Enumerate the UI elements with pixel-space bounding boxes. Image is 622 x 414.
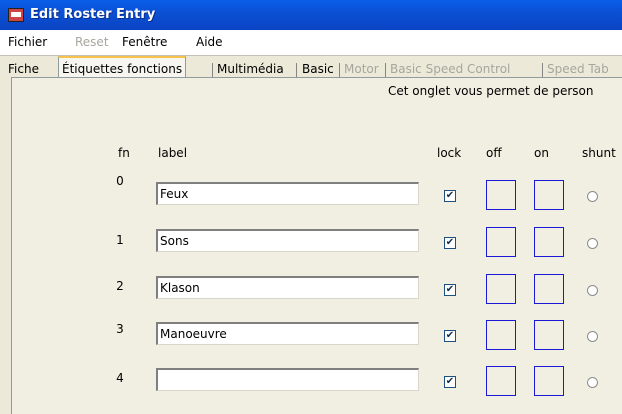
shunt-radio[interactable] bbox=[587, 377, 598, 388]
tab-separator bbox=[542, 63, 543, 77]
lock-checkbox[interactable]: ✔ bbox=[444, 237, 456, 249]
tab-speed-table[interactable]: Speed Tab bbox=[547, 60, 609, 78]
tab-description: Cet onglet vous permet de person bbox=[388, 84, 594, 98]
shunt-radio[interactable] bbox=[587, 238, 598, 249]
tab-etiquettes-fonctions[interactable]: Étiquettes fonctions bbox=[58, 56, 187, 78]
menu-fichier[interactable]: Fichier bbox=[8, 35, 47, 49]
tab-bar: Fiche Étiquettes fonctions Multimédia Ba… bbox=[0, 56, 622, 78]
on-icon-picker[interactable] bbox=[534, 320, 564, 350]
header-off: off bbox=[486, 146, 502, 160]
tab-multimedia[interactable]: Multimédia bbox=[217, 60, 284, 78]
lock-checkbox[interactable]: ✔ bbox=[444, 284, 456, 296]
title-bar: Edit Roster Entry bbox=[0, 0, 622, 30]
function-label-field[interactable] bbox=[156, 276, 419, 299]
function-label-field[interactable] bbox=[156, 182, 419, 205]
menu-fenetre[interactable]: Fenêtre bbox=[122, 35, 167, 49]
header-shunt: shunt bbox=[582, 146, 616, 160]
off-icon-picker[interactable] bbox=[486, 366, 516, 396]
off-icon-picker[interactable] bbox=[486, 180, 516, 210]
lock-checkbox[interactable]: ✔ bbox=[444, 190, 456, 202]
window-title: Edit Roster Entry bbox=[30, 7, 156, 22]
menu-bar: Fichier Reset Fenêtre Aide bbox=[0, 30, 622, 56]
shunt-radio[interactable] bbox=[587, 331, 598, 342]
lock-checkbox[interactable]: ✔ bbox=[444, 330, 456, 342]
tab-basic[interactable]: Basic bbox=[302, 60, 334, 78]
function-number: 4 bbox=[116, 371, 124, 385]
tab-separator bbox=[296, 63, 297, 77]
off-icon-picker[interactable] bbox=[486, 227, 516, 257]
shunt-radio[interactable] bbox=[587, 191, 598, 202]
function-label-field[interactable] bbox=[156, 368, 419, 391]
header-fn: fn bbox=[118, 146, 130, 160]
tab-separator bbox=[385, 63, 386, 77]
app-icon bbox=[8, 8, 24, 22]
menu-reset[interactable]: Reset bbox=[75, 35, 109, 49]
tab-separator bbox=[339, 63, 340, 77]
lock-checkbox[interactable]: ✔ bbox=[444, 376, 456, 388]
off-icon-picker[interactable] bbox=[486, 320, 516, 350]
header-on: on bbox=[534, 146, 549, 160]
on-icon-picker[interactable] bbox=[534, 274, 564, 304]
menu-aide[interactable]: Aide bbox=[196, 35, 223, 49]
function-number: 1 bbox=[116, 233, 124, 247]
on-icon-picker[interactable] bbox=[534, 227, 564, 257]
function-label-field[interactable] bbox=[156, 322, 419, 345]
off-icon-picker[interactable] bbox=[486, 274, 516, 304]
header-lock: lock bbox=[437, 146, 462, 160]
tab-motor[interactable]: Motor bbox=[344, 60, 379, 78]
tab-separator bbox=[212, 63, 213, 77]
function-number: 3 bbox=[116, 322, 124, 336]
function-label-field[interactable] bbox=[156, 229, 419, 252]
on-icon-picker[interactable] bbox=[534, 366, 564, 396]
function-number: 2 bbox=[116, 279, 124, 293]
tab-fiche[interactable]: Fiche bbox=[8, 60, 39, 78]
on-icon-picker[interactable] bbox=[534, 180, 564, 210]
function-number: 0 bbox=[116, 174, 124, 188]
tab-basic-speed-control[interactable]: Basic Speed Control bbox=[390, 60, 510, 78]
header-label: label bbox=[158, 146, 188, 160]
shunt-radio[interactable] bbox=[587, 285, 598, 296]
